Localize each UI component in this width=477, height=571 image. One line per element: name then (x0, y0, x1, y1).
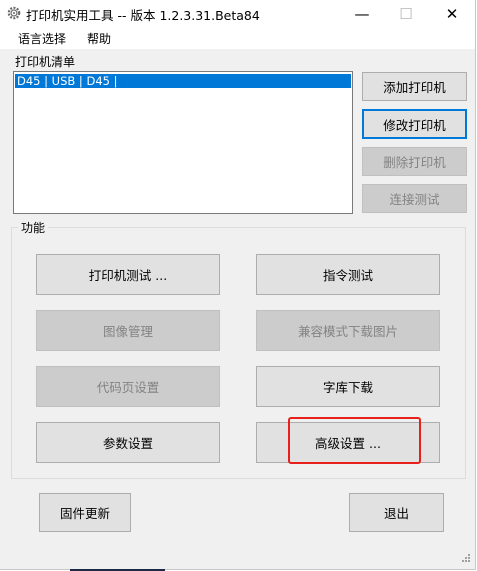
title-bar: 打印机实用工具 -- 版本 1.2.3.31.Beta84 — ☐ ✕ (0, 0, 475, 27)
menu-bar: 语言选择 帮助 (0, 27, 475, 49)
maximize-button: ☐ (399, 4, 413, 23)
window-title: 打印机实用工具 -- 版本 1.2.3.31.Beta84 (26, 8, 260, 23)
menu-help[interactable]: 帮助 (87, 30, 111, 47)
codepage-settings-button: 代码页设置 (36, 366, 220, 407)
firmware-update-button[interactable]: 固件更新 (39, 493, 131, 532)
menu-language[interactable]: 语言选择 (18, 30, 66, 47)
font-download-button[interactable]: 字库下载 (256, 366, 440, 407)
close-button[interactable]: ✕ (430, 0, 474, 27)
add-printer-button[interactable]: 添加打印机 (362, 72, 467, 101)
printer-list-item[interactable]: D45 | USB | D45 | (15, 74, 351, 88)
gear-icon (6, 5, 22, 21)
printer-test-button[interactable]: 打印机测试 ... (36, 254, 220, 295)
app-window: 打印机实用工具 -- 版本 1.2.3.31.Beta84 — ☐ ✕ 语言选择… (0, 0, 476, 570)
compat-image-download-button: 兼容模式下载图片 (256, 310, 440, 351)
minimize-button[interactable]: — (340, 0, 384, 27)
image-manage-button: 图像管理 (36, 310, 220, 351)
resize-grip-icon[interactable] (459, 553, 471, 565)
exit-button[interactable]: 退出 (349, 493, 444, 532)
delete-printer-button: 删除打印机 (362, 147, 467, 176)
function-group-title: 功能 (18, 219, 49, 236)
modify-printer-button[interactable]: 修改打印机 (362, 109, 467, 139)
highlight-annotation (288, 417, 421, 464)
test-connection-button: 连接测试 (362, 184, 467, 213)
command-test-button[interactable]: 指令测试 (256, 254, 440, 295)
printer-list-label: 打印机清单 (15, 55, 76, 69)
printer-listbox[interactable]: D45 | USB | D45 | (13, 71, 353, 214)
parameter-settings-button[interactable]: 参数设置 (36, 422, 220, 463)
